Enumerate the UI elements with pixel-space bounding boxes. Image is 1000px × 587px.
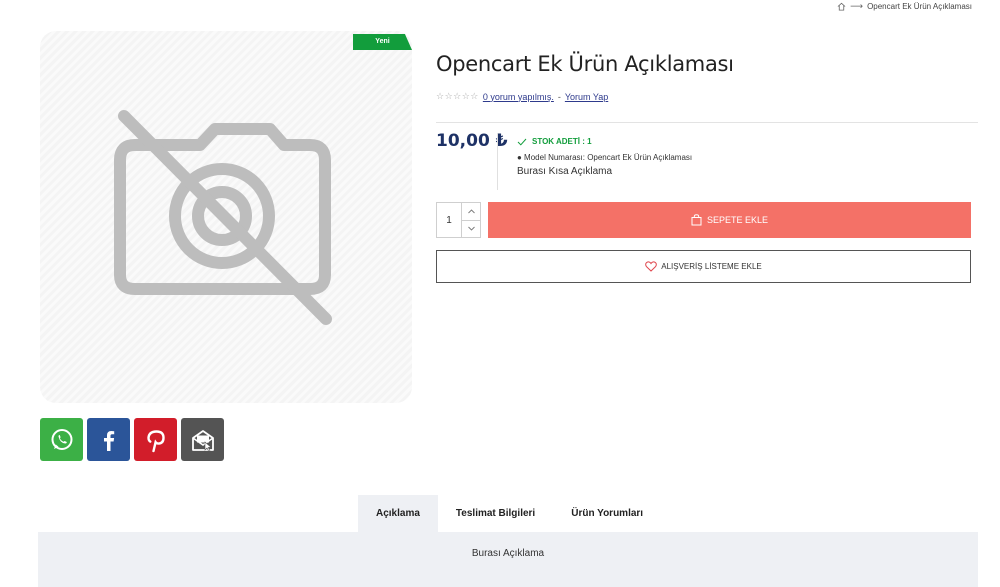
reviews-count-link[interactable]: 0 yorum yapılmış. — [483, 92, 554, 102]
add-to-cart-button[interactable]: SEPETE EKLE — [488, 202, 971, 238]
stock-label: STOK ADETİ : 1 — [532, 137, 592, 146]
whatsapp-icon — [51, 428, 72, 450]
breadcrumb-current[interactable]: Opencart Ek Ürün Açıklaması — [867, 2, 972, 11]
breadcrumb: ⟶ Opencart Ek Ürün Açıklaması — [837, 1, 972, 12]
product-image[interactable] — [40, 31, 412, 403]
rating-separator: - — [557, 91, 561, 102]
facebook-share-button[interactable] — [87, 418, 130, 461]
breadcrumb-separator: ⟶ — [850, 1, 864, 11]
add-to-wishlist-button[interactable]: ALIŞVERİŞ LİSTEME EKLE — [436, 250, 971, 283]
add-to-cart-label: SEPETE EKLE — [706, 215, 769, 225]
mail-share-button[interactable] — [181, 418, 224, 461]
short-description: Burası Kısa Açıklama — [517, 166, 613, 177]
product-tabs: Açıklama Teslimat Bilgileri Ürün Yorumla… — [358, 495, 661, 532]
tab-description[interactable]: Açıklama — [358, 495, 438, 532]
no-camera-icon — [114, 110, 332, 325]
rating-row: ☆☆☆☆☆ 0 yorum yapılmış. - Yorum Yap — [436, 91, 608, 102]
stock-status: STOK ADETİ : 1 — [517, 137, 592, 146]
pinterest-icon — [146, 429, 165, 452]
model-number: ● Model Numarası: Opencart Ek Ürün Açıkl… — [517, 153, 693, 162]
quantity-increase-button[interactable] — [462, 203, 480, 221]
facebook-icon — [103, 430, 114, 451]
home-icon[interactable] — [837, 2, 846, 11]
divider — [436, 122, 978, 123]
chevron-up-icon — [467, 209, 475, 214]
tab-content-text: Burası Açıklama — [471, 548, 545, 559]
check-icon — [517, 138, 527, 146]
mail-icon — [191, 429, 214, 452]
tab-delivery-info[interactable]: Teslimat Bilgileri — [438, 495, 553, 532]
quantity-steps — [461, 203, 480, 237]
rating-stars: ☆☆☆☆☆ — [436, 91, 479, 101]
tab-panel: Burası Açıklama — [38, 532, 978, 587]
social-share — [40, 418, 224, 461]
quantity-stepper[interactable]: 1 — [436, 202, 481, 238]
product-title: Opencart Ek Ürün Açıklaması — [436, 52, 734, 76]
heart-icon — [645, 261, 658, 272]
quantity-decrease-button[interactable] — [462, 221, 480, 238]
tab-product-reviews[interactable]: Ürün Yorumları — [553, 495, 661, 532]
quantity-input[interactable]: 1 — [437, 203, 461, 237]
new-badge: Yeni — [353, 34, 412, 50]
chevron-down-icon — [467, 226, 475, 231]
pinterest-share-button[interactable] — [134, 418, 177, 461]
write-review-link[interactable]: Yorum Yap — [565, 92, 608, 102]
add-to-wishlist-label: ALIŞVERİŞ LİSTEME EKLE — [661, 262, 762, 271]
vertical-divider — [497, 133, 498, 190]
shopping-bag-icon — [691, 214, 702, 226]
whatsapp-share-button[interactable] — [40, 418, 83, 461]
